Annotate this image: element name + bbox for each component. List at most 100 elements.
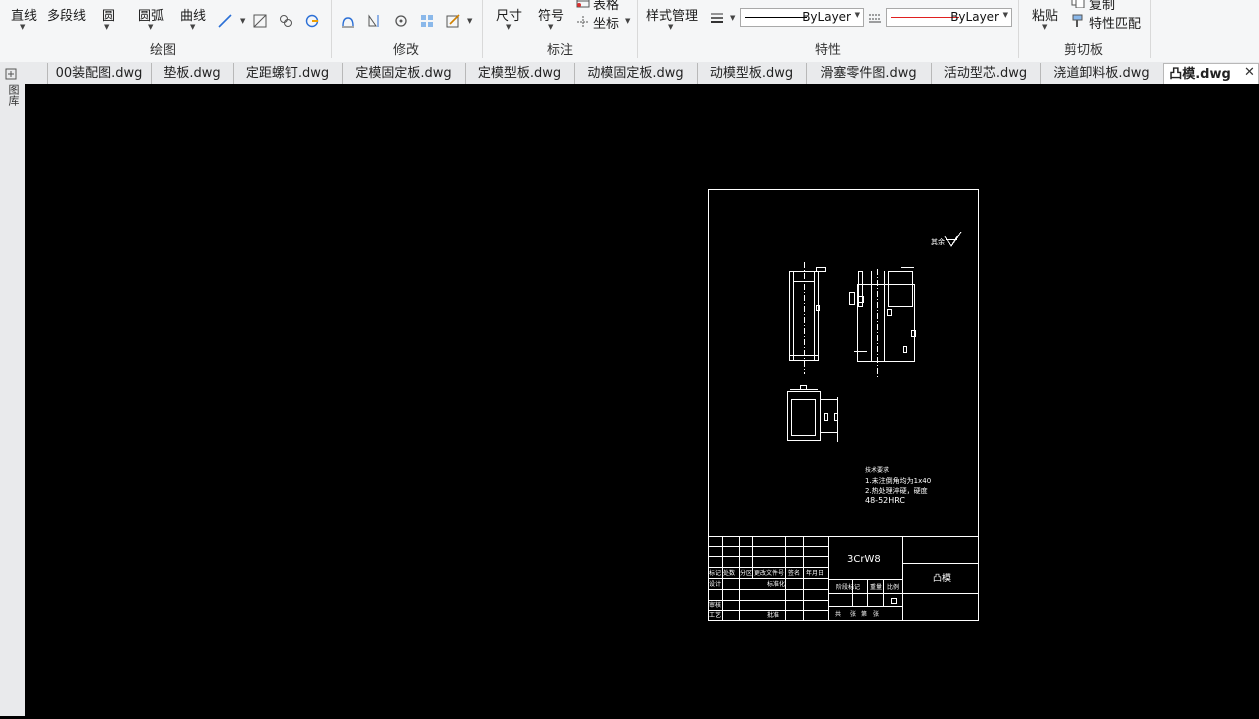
note-2: 2.热处理淬硬，硬度 — [865, 486, 928, 495]
style-manager-button[interactable]: 样式管理 — [646, 5, 698, 24]
region-icon[interactable] — [279, 14, 293, 28]
group-separator — [637, 0, 638, 58]
tb-date: 年月日 — [806, 569, 824, 577]
array-icon[interactable] — [420, 14, 434, 28]
scale-box — [891, 598, 897, 604]
table-button[interactable]: 表格 — [593, 0, 619, 13]
tb-design: 设计 — [709, 580, 721, 588]
ribbon: 直线 ▼ 多段线 圆 ▼ 圆弧 ▼ 曲线 ▼ ▼ 绘图 ▼ 修改 尺寸 ▼ 符号… — [0, 0, 1259, 63]
new-tab-icon[interactable] — [4, 67, 18, 81]
table-icon[interactable] — [576, 0, 590, 8]
style-manager-dropdown-icon[interactable]: ▼ — [668, 23, 673, 31]
tb-count: 处数 — [723, 569, 735, 577]
tb-sheets-1: 张 — [850, 610, 856, 618]
draw-group-label: 绘图 — [150, 43, 177, 58]
tb-scale: 比例 — [887, 583, 899, 591]
linetype-sample — [745, 17, 807, 18]
tb-weight: 重量 — [870, 583, 882, 591]
tb-sign: 签名 — [788, 569, 800, 577]
coordinate-dropdown-icon[interactable]: ▼ — [625, 17, 630, 25]
color-combo[interactable]: ByLayer ▼ — [886, 8, 1012, 27]
properties-group-label: 特性 — [815, 43, 842, 58]
group-separator — [482, 0, 483, 58]
tab-stop-screw[interactable]: 定距螺钉.dwg — [233, 63, 341, 84]
tab-backing-plate[interactable]: 垫板.dwg — [151, 63, 232, 84]
group-separator — [1150, 0, 1151, 58]
side-view — [857, 284, 915, 362]
tab-fixed-cavity-plate[interactable]: 定模型板.dwg — [465, 63, 573, 84]
curve-dropdown-icon[interactable]: ▼ — [190, 23, 195, 31]
tab-moving-mold-plate[interactable]: 动模固定板.dwg — [574, 63, 696, 84]
clipboard-group-label: 剪切板 — [1064, 43, 1104, 58]
tab-slider-part[interactable]: 滑塞零件图.dwg — [806, 63, 930, 84]
construction-line-dropdown-icon[interactable]: ▼ — [240, 17, 245, 25]
arc-button[interactable]: 圆弧 — [138, 5, 164, 24]
tb-sheets-2: 张 — [873, 610, 879, 618]
boundary-icon[interactable] — [305, 14, 319, 28]
line-dropdown-icon[interactable]: ▼ — [20, 23, 25, 31]
linetype-combo[interactable]: ByLayer ▼ — [740, 8, 864, 27]
lineweight-dropdown-icon[interactable]: ▼ — [730, 14, 735, 22]
match-properties-icon[interactable] — [1071, 14, 1085, 28]
modify-group-label: 修改 — [393, 43, 420, 58]
match-properties-button[interactable]: 特性匹配 — [1089, 13, 1141, 32]
surface-mark-label: 其余 — [931, 237, 945, 246]
tb-change-doc: 更改文件号 — [754, 569, 784, 577]
material-label: 3CrW8 — [847, 554, 881, 565]
edit-icon[interactable] — [446, 14, 460, 28]
drawing-sheet: 其余 技术要求 1.未注倒角均为1x40 2.热处理淬硬，硬度 48-52HRC… — [708, 189, 979, 621]
copy-button[interactable]: 复制 — [1089, 0, 1115, 13]
paste-dropdown-icon[interactable]: ▼ — [1042, 23, 1047, 31]
circle-button[interactable]: 圆 — [102, 5, 115, 24]
drawing-canvas[interactable]: 其余 技术要求 1.未注倒角均为1x40 2.热处理淬硬，硬度 48-52HRC… — [25, 84, 1259, 716]
tab-movable-core[interactable]: 活动型芯.dwg — [931, 63, 1039, 84]
tb-number: 第 — [861, 610, 867, 618]
tb-approve: 批准 — [767, 611, 779, 619]
tab-runner-stripper-plate[interactable]: 浇道卸料板.dwg — [1040, 63, 1162, 84]
polyline-button[interactable]: 多段线 — [47, 5, 86, 24]
rotate-icon[interactable] — [394, 14, 408, 28]
mirror-icon[interactable] — [367, 14, 381, 28]
group-separator — [331, 0, 332, 58]
library-panel-tab[interactable]: 图库 — [5, 84, 20, 106]
tb-review: 审核 — [709, 601, 721, 609]
modify-dropdown-icon[interactable]: ▼ — [467, 17, 472, 25]
curve-button[interactable]: 曲线 — [180, 5, 206, 24]
copy-icon[interactable] — [1071, 0, 1085, 8]
hatch-icon[interactable] — [253, 14, 267, 28]
coordinate-icon[interactable] — [576, 15, 590, 29]
sheet-border — [708, 189, 979, 621]
coordinate-button[interactable]: 坐标 — [593, 13, 619, 32]
offset-icon[interactable] — [341, 14, 355, 28]
document-tab-bar: 00装配图.dwg 垫板.dwg 定距螺钉.dwg 定模固定板.dwg 定模型板… — [0, 62, 1259, 84]
tab-00-assembly[interactable]: 00装配图.dwg — [47, 63, 150, 84]
tb-mark: 标记 — [709, 569, 721, 577]
dimension-button[interactable]: 尺寸 — [496, 5, 522, 24]
tb-stage: 阶段标记 — [836, 583, 860, 591]
tab-label: 凸模.dwg — [1169, 67, 1231, 82]
group-separator — [1018, 0, 1019, 58]
construction-line-icon[interactable] — [218, 14, 232, 28]
dimension-dropdown-icon[interactable]: ▼ — [506, 23, 511, 31]
linetype-value: ByLayer — [802, 10, 851, 24]
note-1: 1.未注倒角均为1x40 — [865, 476, 931, 485]
circle-dropdown-icon[interactable]: ▼ — [104, 23, 109, 31]
tb-standardize: 标准化 — [767, 580, 785, 588]
tab-fixed-mold-plate[interactable]: 定模固定板.dwg — [342, 63, 464, 84]
note-3: 48-52HRC — [865, 496, 905, 505]
notes-heading: 技术要求 — [865, 466, 889, 474]
linetype-scale-icon[interactable] — [868, 11, 882, 25]
symbol-dropdown-icon[interactable]: ▼ — [548, 23, 553, 31]
tab-moving-cavity-plate[interactable]: 动模型板.dwg — [697, 63, 805, 84]
close-tab-icon[interactable]: ✕ — [1244, 65, 1255, 80]
tb-process: 工艺 — [709, 611, 721, 619]
color-sample — [891, 17, 959, 18]
paste-button[interactable]: 粘贴 — [1032, 5, 1058, 24]
color-value: ByLayer — [950, 10, 999, 24]
arc-dropdown-icon[interactable]: ▼ — [148, 23, 153, 31]
symbol-button[interactable]: 符号 — [538, 5, 564, 24]
part-name-label: 凸模 — [933, 573, 951, 584]
lineweight-icon[interactable] — [710, 11, 724, 25]
line-button[interactable]: 直线 — [11, 5, 37, 24]
chevron-down-icon: ▼ — [1002, 11, 1008, 19]
